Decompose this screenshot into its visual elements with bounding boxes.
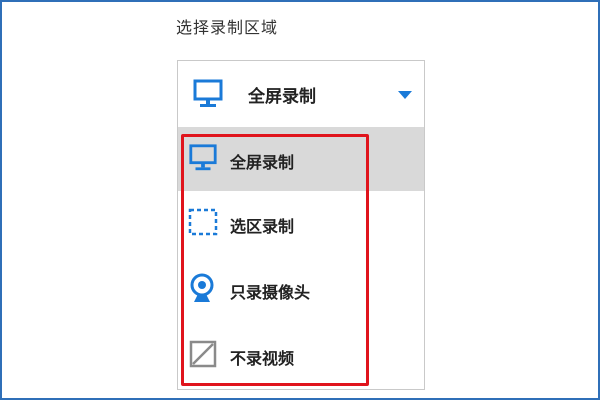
section-title: 选择录制区域 — [176, 18, 279, 37]
option-fullscreen[interactable]: 全屏录制 — [178, 127, 424, 191]
option-label: 不录视频 — [230, 349, 295, 368]
webcam-icon — [188, 273, 218, 309]
dashed-selection-icon — [188, 207, 218, 241]
option-label: 全屏录制 — [230, 153, 295, 172]
caret-down-icon[interactable] — [398, 91, 412, 99]
option-webcam-only[interactable]: 只录摄像头 — [178, 257, 424, 321]
option-no-video[interactable]: 不录视频 — [178, 323, 424, 387]
monitor-icon — [192, 79, 224, 113]
monitor-icon — [188, 143, 218, 177]
option-label: 只录摄像头 — [230, 283, 311, 302]
option-region[interactable]: 选区录制 — [178, 191, 424, 255]
no-video-icon — [188, 339, 218, 373]
option-label: 选区录制 — [230, 217, 295, 236]
record-area-dropdown: 全屏录制 选区录制 只录摄像头 不录视频 — [177, 127, 425, 390]
record-area-select[interactable]: 全屏录制 — [177, 60, 425, 128]
select-value: 全屏录制 — [248, 87, 316, 107]
